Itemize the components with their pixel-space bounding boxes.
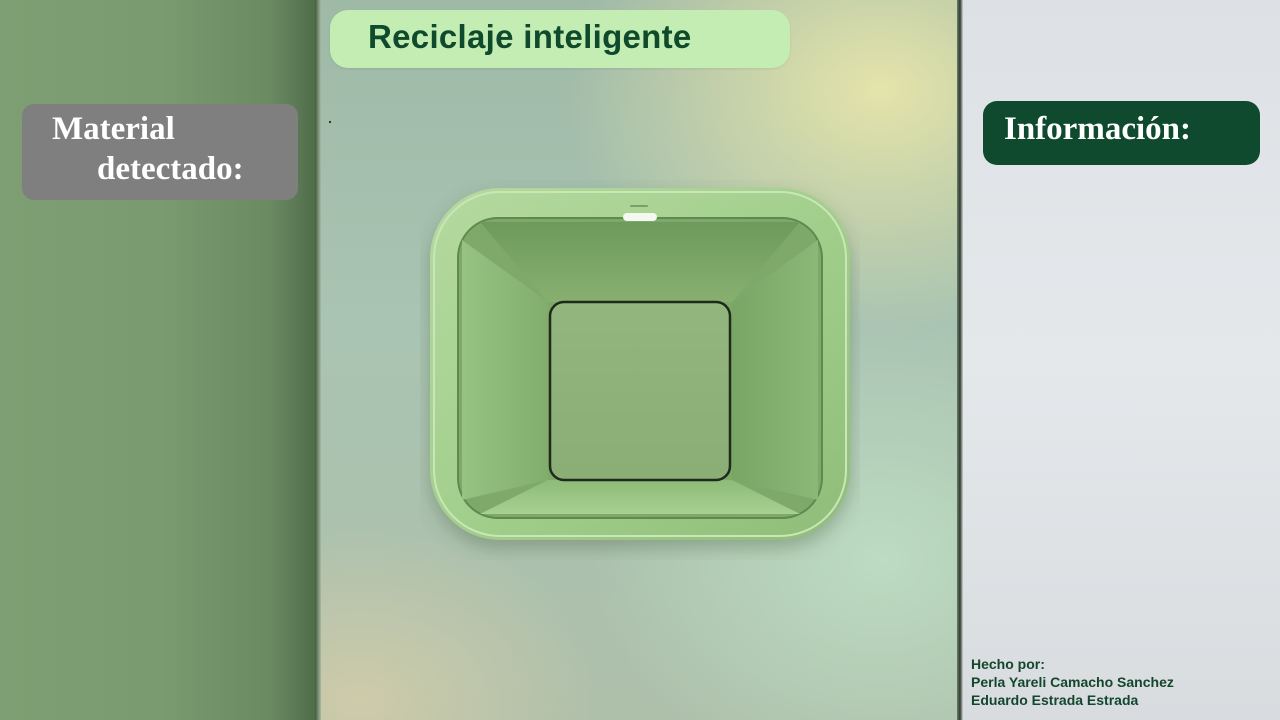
stray-dot: [329, 121, 331, 123]
material-label-line1: Material: [52, 111, 175, 147]
credits-block: Hecho por: Perla Yareli Camacho Sanchez …: [971, 655, 1174, 709]
credits-heading: Hecho por:: [971, 656, 1045, 672]
page-title: Reciclaje inteligente: [368, 18, 692, 55]
information-label: Información:: [1004, 111, 1191, 147]
credits-author-2: Eduardo Estrada Estrada: [971, 692, 1139, 708]
credits-author-1: Perla Yareli Camacho Sanchez: [971, 674, 1174, 690]
app-window: Reciclaje inteligente Material detectado…: [0, 0, 1280, 720]
recycling-bin-top-view-icon: [430, 188, 850, 540]
material-label-line2: detectado:: [97, 151, 244, 187]
